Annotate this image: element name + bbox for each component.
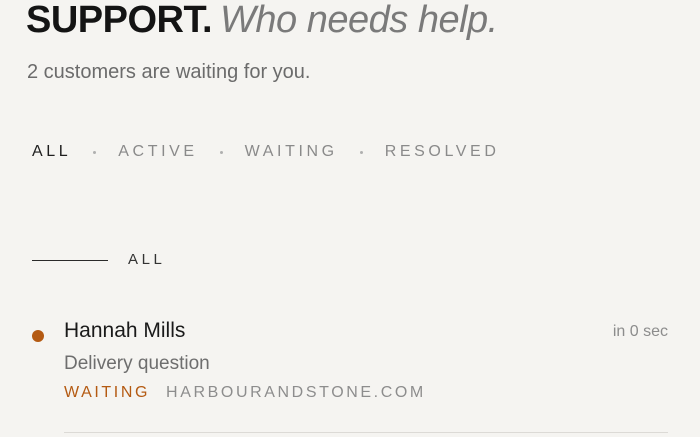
tab-waiting[interactable]: WAITING	[245, 141, 338, 163]
tab-separator-dot	[93, 150, 97, 154]
ticket-item[interactable]: Hannah Mills in 0 sec Delivery question …	[0, 312, 700, 437]
section-header: ALL	[32, 249, 166, 271]
tab-resolved[interactable]: RESOLVED	[385, 141, 500, 163]
tab-active[interactable]: ACTIVE	[118, 141, 197, 163]
customer-domain: HARBOURANDSTONE.COM	[166, 384, 426, 401]
tab-separator-dot	[219, 150, 223, 154]
ticket-subject: Delivery question	[64, 353, 210, 374]
filter-tabs: ALL ACTIVE WAITING RESOLVED	[32, 141, 499, 163]
tab-separator-dot	[359, 150, 363, 154]
section-label: ALL	[128, 251, 166, 268]
customer-name: Hannah Mills	[64, 319, 186, 342]
support-page: SUPPORT. Who needs help. 2 customers are …	[0, 0, 700, 437]
status-badge: WAITING	[64, 384, 151, 401]
page-title-strong: SUPPORT.	[26, 0, 213, 41]
ticket-meta: WAITING HARBOURANDSTONE.COM	[64, 382, 426, 404]
ticket-divider	[64, 432, 668, 433]
page-title: SUPPORT. Who needs help.	[26, 0, 498, 42]
status-dot-icon	[32, 330, 44, 342]
page-title-tagline: Who needs help.	[220, 0, 498, 41]
tab-all[interactable]: ALL	[32, 141, 71, 163]
waiting-summary: 2 customers are waiting for you.	[27, 61, 311, 83]
section-rule	[32, 259, 108, 261]
ticket-time: in 0 sec	[612, 323, 668, 340]
